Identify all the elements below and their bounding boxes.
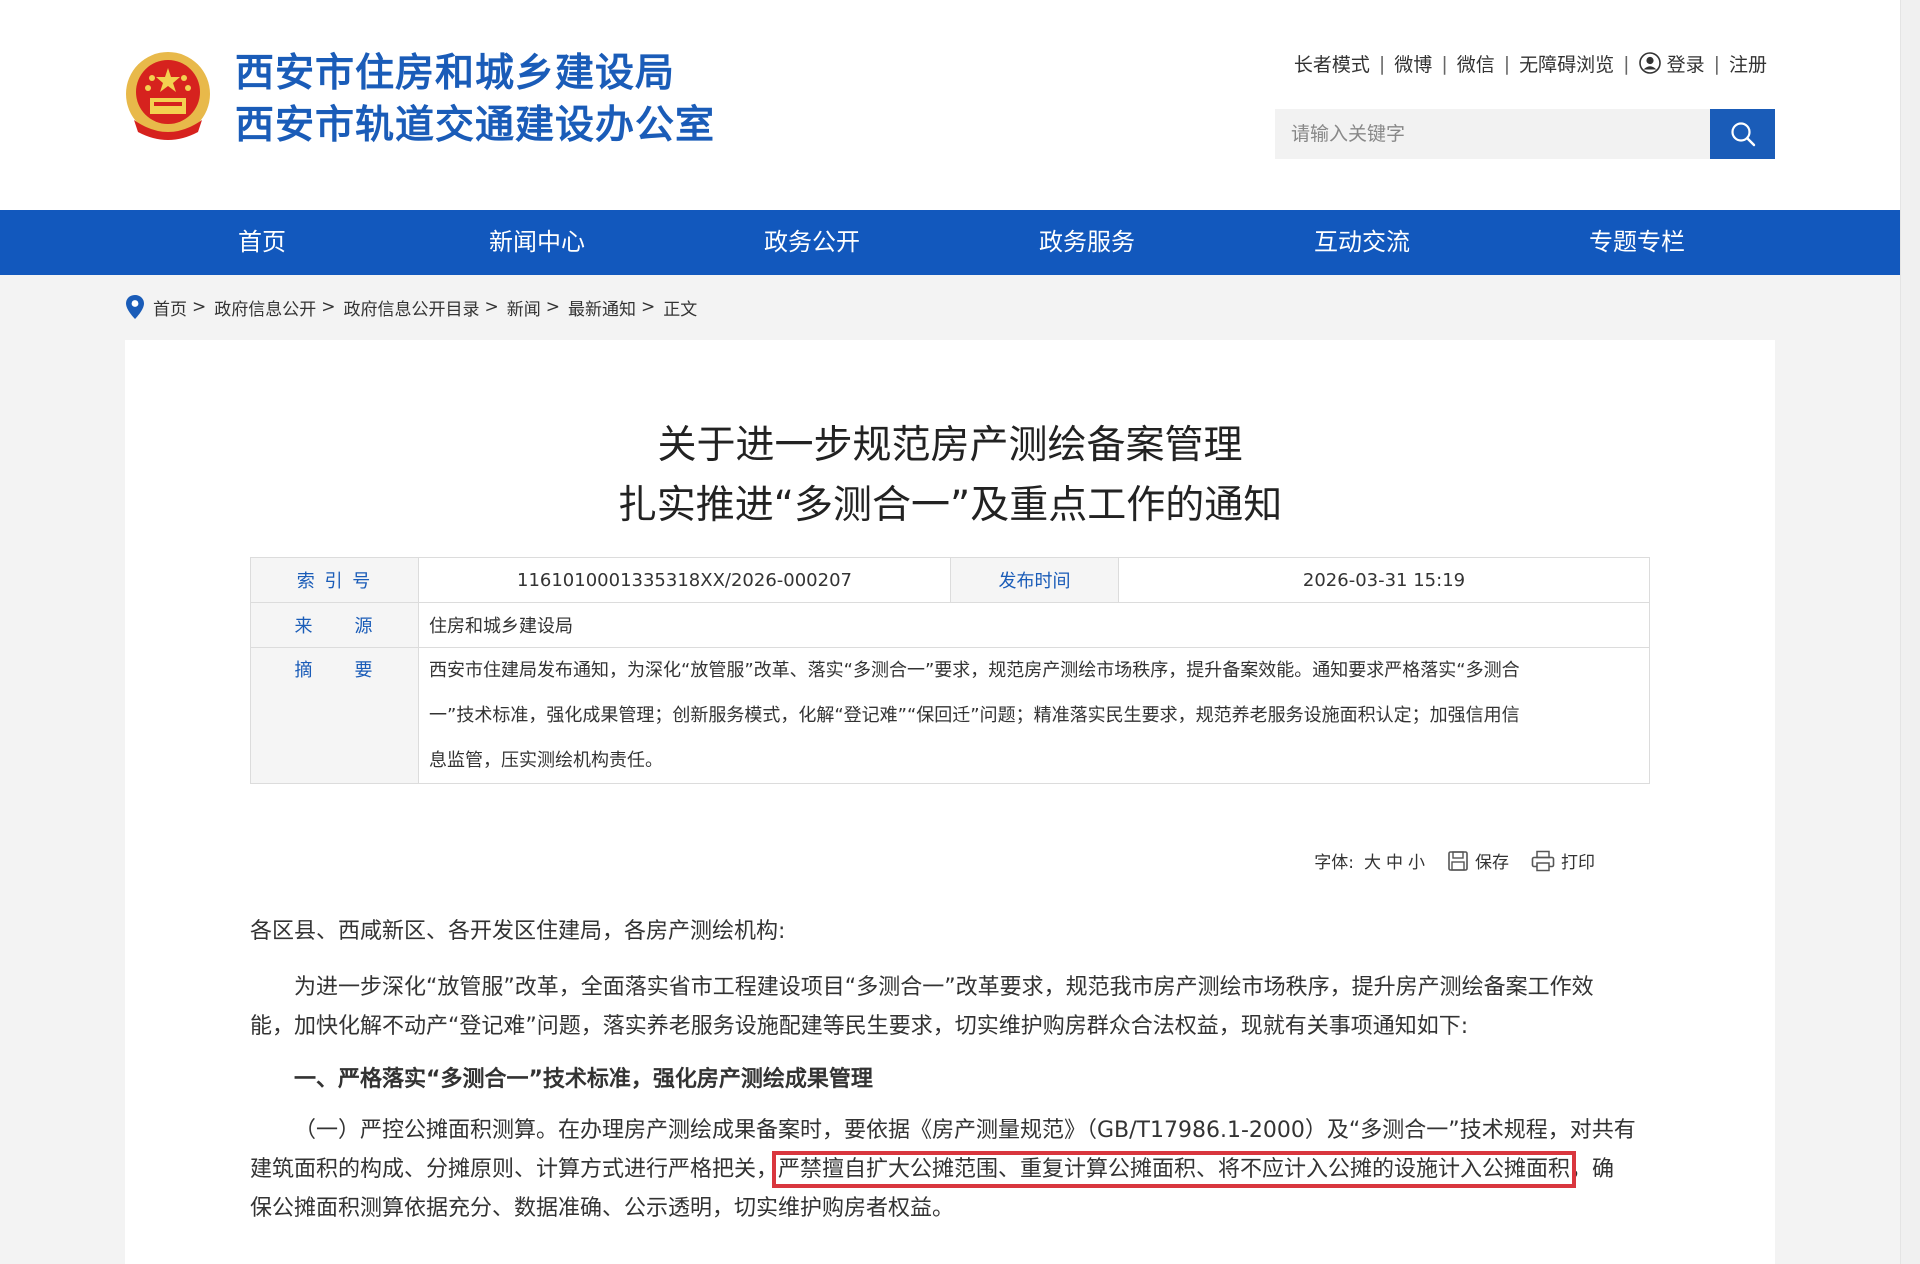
link-separator: | [1713, 52, 1720, 75]
meta-source-label: 来 源 [250, 602, 419, 648]
font-size-medium[interactable]: 中 [1386, 848, 1403, 873]
meta-abstract-value: 西安市住建局发布通知，为深化“放管服”改革、落实“多测合一”要求，规范房产测绘市… [418, 647, 1650, 784]
site-title-line2: 西安市轨道交通建设办公室 [235, 103, 716, 148]
paragraph-text: ，确 [1570, 1157, 1615, 1182]
meta-publish-value: 2026-03-31 15:19 [1118, 557, 1650, 603]
weibo-link[interactable]: 微博 [1394, 50, 1432, 77]
paragraph-line: 保公摊面积测算依据充分、数据准确、公示透明，切实维护购房者权益。 [250, 1196, 955, 1221]
breadcrumb-item-gov-info-catalog[interactable]: 政府信息公开目录 [344, 295, 480, 320]
breadcrumb-item-latest-notice[interactable]: 最新通知 [568, 295, 636, 320]
login-link[interactable]: 登录 [1638, 50, 1705, 77]
font-size-small[interactable]: 小 [1408, 848, 1425, 873]
meta-abstract-label: 摘 要 [250, 647, 419, 784]
user-icon [1638, 52, 1661, 74]
paragraph-text: 建筑面积的构成、分摊原则、计算方式进行严格把关， [250, 1157, 779, 1182]
breadcrumb-separator: > [321, 297, 336, 317]
elder-mode-link[interactable]: 长者模式 [1294, 50, 1370, 77]
nav-item-gov-services[interactable]: 政务服务 [987, 210, 1187, 275]
site-title-line1: 西安市住房和城乡建设局 [235, 51, 676, 96]
breadcrumb-item-gov-info[interactable]: 政府信息公开 [214, 295, 316, 320]
nav-item-topics[interactable]: 专题专栏 [1537, 210, 1737, 275]
link-separator: | [1378, 52, 1386, 75]
meta-row-abstract: 摘 要 西安市住建局发布通知，为深化“放管服”改革、落实“多测合一”要求，规范房… [250, 647, 1650, 784]
article-body: 各区县、西咸新区、各开发区住建局，各房产测绘机构: 为进一步深化“放管服”改革，… [250, 912, 1650, 1228]
breadcrumb-separator: > [484, 297, 499, 317]
nav-item-home[interactable]: 首页 [162, 210, 362, 275]
breadcrumb-separator: > [192, 297, 207, 317]
article-meta-table: 索 引 号 1161010001335318XX/2026-000207 发布时… [250, 557, 1650, 784]
print-button[interactable]: 打印 [1531, 848, 1595, 873]
print-icon [1531, 850, 1555, 871]
print-label: 打印 [1561, 853, 1595, 873]
accessibility-link[interactable]: 无障碍浏览 [1519, 50, 1614, 77]
breadcrumb-item-news[interactable]: 新闻 [507, 295, 541, 320]
paragraph-line: 建筑面积的构成、分摊原则、计算方式进行严格把关，严禁擅自扩大公摊范围、重复计算公… [250, 1150, 1650, 1189]
search-button[interactable] [1710, 109, 1775, 159]
page-scrollbar[interactable] [1900, 0, 1920, 1264]
top-links: 长者模式 | 微博 | 微信 | 无障碍浏览 | 登录 | 注册 [1294, 50, 1767, 77]
abstract-line: 息监管，压实测绘机构责任。 [429, 750, 663, 771]
abstract-line: 一”技术标准，强化成果管理；创新服务模式，化解“登记难”“保回迁”问题；精准落实… [429, 705, 1520, 726]
article-title-line2: 扎实推进“多测合一”及重点工作的通知 [617, 483, 1283, 528]
paragraph-line: （一）严控公摊面积测算。在办理房产测绘成果备案时，要依据《房产测量规范》（GB/… [294, 1118, 1636, 1143]
site-title[interactable]: 西安市住房和城乡建设局 西安市轨道交通建设办公室 [235, 48, 715, 152]
nav-item-interaction[interactable]: 互动交流 [1262, 210, 1462, 275]
wechat-link[interactable]: 微信 [1457, 50, 1495, 77]
search-input[interactable] [1275, 109, 1710, 159]
meta-index-value: 1161010001335318XX/2026-000207 [418, 557, 951, 603]
salutation: 各区县、西咸新区、各开发区住建局，各房产测绘机构: [250, 919, 786, 944]
search-icon [1730, 122, 1755, 147]
save-button[interactable]: 保存 [1447, 848, 1509, 873]
national-emblem-icon [126, 52, 210, 140]
link-separator: | [1503, 52, 1511, 75]
meta-source-value: 住房和城乡建设局 [418, 602, 1650, 648]
site-header: 西安市住房和城乡建设局 西安市轨道交通建设办公室 长者模式 | 微博 | 微信 … [0, 0, 1900, 210]
login-label: 登录 [1666, 54, 1705, 76]
link-separator: | [1623, 52, 1630, 75]
save-icon [1448, 850, 1468, 871]
meta-row-index: 索 引 号 1161010001335318XX/2026-000207 发布时… [250, 557, 1650, 603]
meta-publish-label: 发布时间 [950, 557, 1119, 603]
paragraph-line: 为进一步深化“放管服”改革，全面落实省市工程建设项目“多测合一”改革要求，规范我… [294, 975, 1594, 1000]
meta-index-label: 索 引 号 [250, 557, 419, 603]
abstract-line: 西安市住建局发布通知，为深化“放管服”改革、落实“多测合一”要求，规范房产测绘市… [429, 660, 1520, 681]
highlighted-text: 严禁擅自扩大公摊范围、重复计算公摊面积、将不应计入公摊的设施计入公摊面积 [772, 1151, 1577, 1188]
meta-row-source: 来 源 住房和城乡建设局 [250, 602, 1650, 648]
nav-item-news[interactable]: 新闻中心 [437, 210, 637, 275]
main-nav: 首页 新闻中心 政务公开 政务服务 互动交流 专题专栏 [0, 210, 1900, 275]
save-label: 保存 [1475, 853, 1509, 873]
breadcrumb-separator: > [641, 297, 656, 317]
paragraph-line: 能，加快化解不动产“登记难”问题，落实养老服务设施配建等民生要求，切实维护购房群… [250, 1014, 1469, 1039]
breadcrumb-item-home[interactable]: 首页 [153, 295, 187, 320]
section-heading: 一、严格落实“多测合一”技术标准，强化房产测绘成果管理 [294, 1067, 873, 1092]
article-title-line1: 关于进一步规范房产测绘备案管理 [657, 423, 1243, 468]
breadcrumb: 首页 > 政府信息公开 > 政府信息公开目录 > 新闻 > 最新通知 > 正文 [125, 293, 697, 321]
article-tools: 字体: 大 中 小 保存 打印 [1314, 848, 1595, 873]
article-title: 关于进一步规范房产测绘备案管理 扎实推进“多测合一”及重点工作的通知 [125, 416, 1775, 536]
breadcrumb-separator: > [545, 297, 560, 317]
nav-item-gov-affairs[interactable]: 政务公开 [712, 210, 912, 275]
link-separator: | [1441, 52, 1448, 75]
register-link[interactable]: 注册 [1729, 50, 1767, 77]
font-size-large[interactable]: 大 [1364, 848, 1381, 873]
font-size-label: 字体: [1314, 853, 1354, 873]
article-container: 关于进一步规范房产测绘备案管理 扎实推进“多测合一”及重点工作的通知 索 引 号… [125, 340, 1775, 1264]
breadcrumb-item-current: 正文 [663, 299, 698, 320]
location-pin-icon [126, 295, 144, 319]
